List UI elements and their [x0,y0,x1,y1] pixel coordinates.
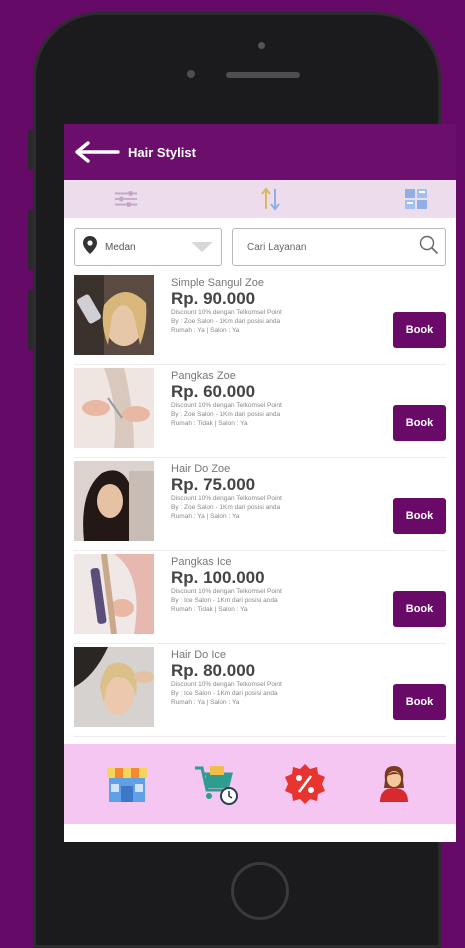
service-provider: By : Zoe Salon - 1Km dari posisi anda [171,318,281,325]
back-arrow-icon[interactable] [74,140,120,164]
phone-speaker [226,72,300,78]
list-item: Simple Sangul Zoe Rp. 90.000 Discount 10… [74,272,446,365]
sort-icon[interactable] [259,187,283,211]
service-discount: Discount 10% dengan Telkomsel Point [171,495,282,502]
service-name: Hair Do Ice [171,649,227,661]
phone-camera [187,70,195,78]
service-discount: Discount 10% dengan Telkomsel Point [171,309,282,316]
toolbar [64,180,456,218]
book-button[interactable]: Book [393,684,446,720]
service-photo [74,554,154,634]
location-value: Medan [105,241,136,253]
book-button[interactable]: Book [393,498,446,534]
service-price: Rp. 80.000 [171,661,256,680]
service-discount: Discount 10% dengan Telkomsel Point [171,681,282,688]
phone-sensor [258,42,265,49]
service-photo [74,368,154,448]
phone-home-button[interactable] [231,862,289,920]
cart-clock-icon[interactable] [193,761,239,807]
bottom-nav [64,744,456,824]
page-title: Hair Stylist [128,144,196,160]
book-button[interactable]: Book [393,312,446,348]
list-item: Pangkas Ice Rp. 100.000 Discount 10% den… [74,551,446,644]
location-pin-icon [83,235,97,259]
service-provider: By : Ice Salon - 1Km dari posisi anda [171,690,278,697]
service-photo [74,275,154,355]
service-list: Simple Sangul Zoe Rp. 90.000 Discount 10… [64,272,456,737]
store-icon[interactable] [104,761,150,807]
service-price: Rp. 100.000 [171,568,265,587]
service-location-type: Rumah : Ya | Salon : Ya [171,699,240,706]
search-input[interactable] [247,241,419,253]
service-provider: By : Zoe Salon - 1Km dari posisi anda [171,504,281,511]
service-name: Hair Do Zoe [171,463,231,475]
service-provider: By : Zoe Salon - 1Km dari posisi anda [171,411,281,418]
app-screen: Hair Stylist Medan Cari Layanan Simple S… [64,124,456,842]
service-location-type: Rumah : Ya | Salon : Ya [171,327,240,334]
search-icon[interactable] [419,235,439,260]
filter-row: Medan [64,218,456,272]
service-photo [74,647,154,727]
sliders-icon[interactable] [114,187,138,211]
list-item: Hair Do Zoe Rp. 75.000 Discount 10% deng… [74,458,446,551]
app-bar: Hair Stylist [64,124,456,180]
service-name: Pangkas Ice [171,556,232,568]
service-name: Simple Sangul Zoe [171,277,264,289]
service-location-type: Rumah : Tidak | Salon : Ya [171,606,248,613]
service-price: Rp. 60.000 [171,382,256,401]
service-photo [74,461,154,541]
profile-icon[interactable] [371,761,417,807]
chevron-down-icon [191,242,213,252]
service-provider: By : Ice Salon - 1Km dari posisi anda [171,597,278,604]
service-location-type: Rumah : Ya | Salon : Ya [171,513,240,520]
discount-icon[interactable] [282,761,328,807]
book-button[interactable]: Book [393,405,446,441]
service-price: Rp. 90.000 [171,289,256,308]
service-discount: Discount 10% dengan Telkomsel Point [171,402,282,409]
grid-view-icon[interactable] [404,187,428,211]
service-price: Rp. 75.000 [171,475,256,494]
service-name: Pangkas Zoe [171,370,236,382]
service-discount: Discount 10% dengan Telkomsel Point [171,588,282,595]
service-location-type: Rumah : Tidak | Salon : Ya [171,420,248,427]
list-item: Hair Do Ice Rp. 80.000 Discount 10% deng… [74,644,446,737]
list-item: Pangkas Zoe Rp. 60.000 Discount 10% deng… [74,365,446,458]
location-dropdown[interactable]: Medan [74,228,222,266]
search-box[interactable] [232,228,446,266]
book-button[interactable]: Book [393,591,446,627]
